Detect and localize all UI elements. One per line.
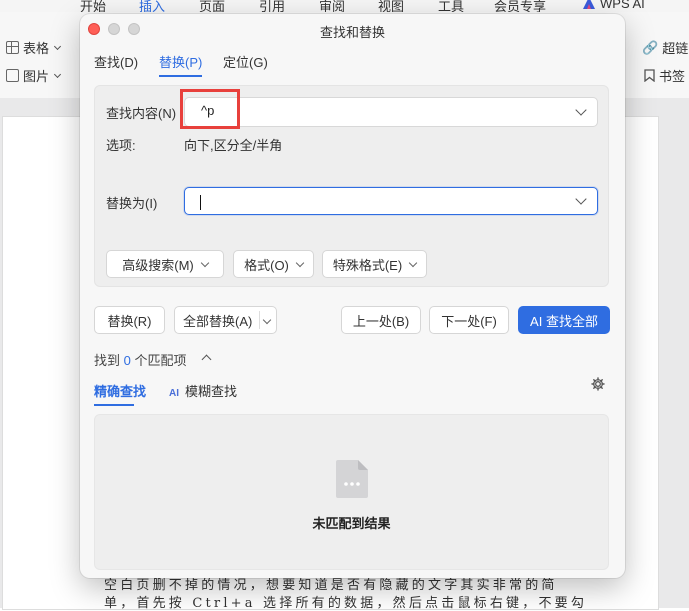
tab-exact-search[interactable]: 精确查找 [94,381,146,406]
next-button-label: 下一处(F) [441,313,497,329]
find-value-highlight-box [180,89,240,129]
results-panel: 未匹配到结果 [94,414,609,570]
search-options-panel: 查找内容(N) ^p 选项: 向下,区分全/半角 替换为(I) 高级搜索(M) … [94,85,609,287]
gear-icon[interactable] [591,377,605,391]
fuzzy-search-label: 模糊查找 [185,384,238,399]
next-button[interactable]: 下一处(F) [429,306,509,334]
replace-all-label: 全部替换(A) [183,313,253,329]
ribbon-bookmark-label: 书签 [659,69,686,84]
ai-find-all-button[interactable]: AI 查找全部 [518,306,610,334]
previous-button[interactable]: 上一处(B) [341,306,421,334]
format-label: 格式(O) [244,257,289,273]
ribbon-table-label: 表格 [23,41,50,56]
document-line-2: 单，首先按 Ctrl+a 选择所有的数据，然后点击鼠标右键，不要勾 [104,596,588,611]
chevron-down-icon [408,258,418,267]
wps-ai-icon [583,0,595,9]
found-suffix: 个匹配项 [134,353,187,368]
replace-button-label: 替换(R) [107,313,152,329]
found-prefix: 找到 [94,353,121,368]
menu-wps-ai[interactable]: WPS AI [582,0,645,11]
ribbon-table[interactable]: 表格 [6,38,62,57]
replace-all-button[interactable]: 全部替换(A) [174,306,277,334]
dialog-title: 查找和替换 [319,25,385,40]
tab-goto[interactable]: 定位(G) [223,52,268,71]
ribbon-picture[interactable]: 图片 [6,66,62,85]
bookmark-icon [644,69,655,82]
match-count: 找到 0 个匹配项 [94,350,187,369]
advanced-search-label: 高级搜索(M) [122,257,194,273]
tab-replace[interactable]: 替换(P) [159,52,203,77]
special-format-button[interactable]: 特殊格式(E) [322,250,427,278]
special-format-label: 特殊格式(E) [332,257,403,273]
replace-button[interactable]: 替换(R) [94,306,165,334]
options-label: 选项: [106,138,136,153]
format-button[interactable]: 格式(O) [233,250,314,278]
text-caret [200,195,201,210]
menu-bar: 开始 插入 页面 引用 审阅 视图 工具 会员专享 WPS AI [0,0,689,17]
replace-label: 替换为(I) [106,196,158,211]
table-icon [6,41,19,54]
find-label: 查找内容(N) [106,106,177,121]
split-separator [259,311,260,329]
menu-wps-ai-label: WPS AI [600,0,645,11]
ai-find-all-label: AI 查找全部 [530,313,598,329]
ribbon-bookmark[interactable]: 书签 [644,66,685,85]
chevron-down-icon [200,258,209,267]
find-replace-dialog: 查找和替换 查找(D) 替换(P) 定位(G) 查找内容(N) ^p 选项: 向… [80,14,625,578]
advanced-search-button[interactable]: 高级搜索(M) [106,250,224,278]
find-input[interactable]: ^p [184,97,598,127]
replace-input[interactable] [184,187,598,215]
ribbon-picture-label: 图片 [23,69,50,84]
chevron-down-icon [53,42,62,50]
link-icon: 🔗 [642,39,659,55]
empty-document-icon [336,460,368,498]
picture-icon [6,69,19,82]
found-count: 0 [123,353,131,368]
tab-fuzzy-search[interactable]: AI 模糊查找 [169,381,237,400]
previous-button-label: 上一处(B) [352,313,410,329]
options-value: 向下,区分全/半角 [184,138,283,153]
ribbon-hyperlink-label: 超链 [662,41,689,56]
dialog-titlebar[interactable]: 查找和替换 [80,14,625,46]
tab-find[interactable]: 查找(D) [94,52,138,71]
ai-badge: AI [169,388,179,399]
empty-message: 未匹配到结果 [312,516,391,531]
chevron-down-icon [53,70,62,78]
chevron-down-icon[interactable] [575,193,587,205]
chevron-down-icon[interactable] [575,104,587,116]
chevron-down-icon[interactable] [262,315,272,325]
chevron-down-icon [295,258,305,267]
chevron-up-icon[interactable] [201,354,212,365]
ribbon-hyperlink[interactable]: 🔗 超链 [642,38,688,57]
